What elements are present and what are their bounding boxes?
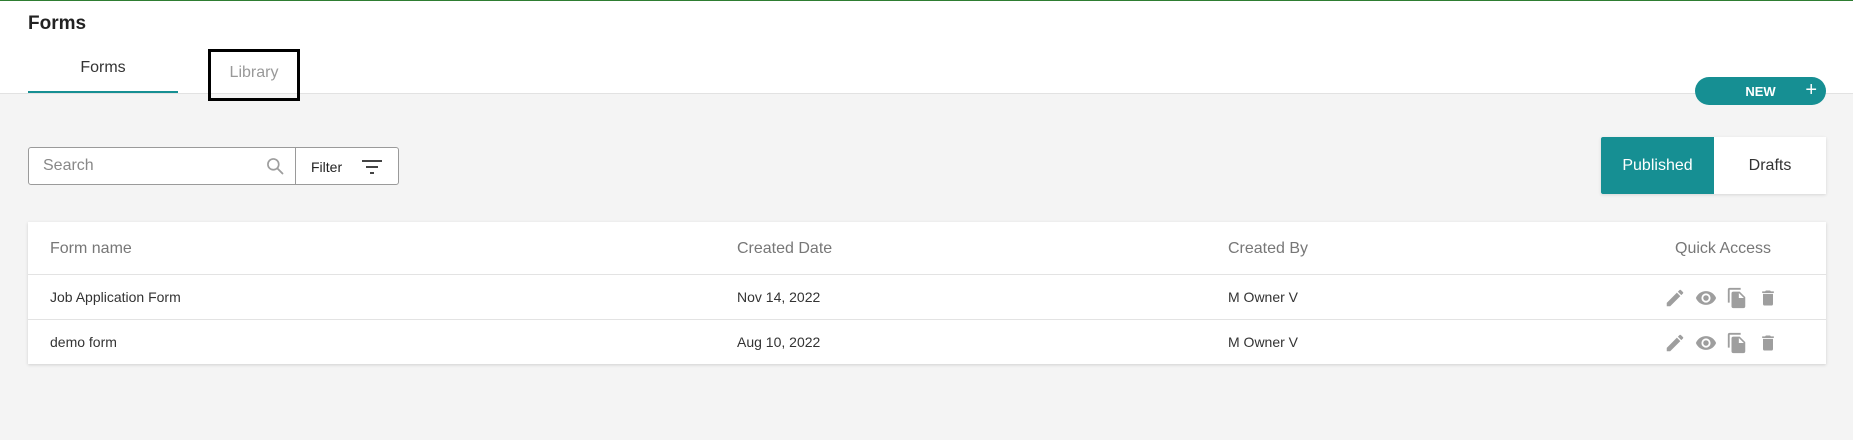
view-icon[interactable] [1694,287,1718,314]
page-title: Forms [28,13,87,34]
tab-forms[interactable]: Forms [28,59,178,77]
page-header: Forms Forms Library [0,1,1853,101]
search-input[interactable] [43,157,253,175]
copy-icon[interactable] [1726,287,1748,314]
created-date-cell: Aug 10, 2022 [737,334,821,350]
edit-icon[interactable] [1664,287,1686,314]
form-name-cell[interactable]: demo form [50,334,117,350]
tab-library-label: Library [229,64,279,81]
created-by-cell: M Owner V [1228,289,1299,305]
column-header-created-by[interactable]: Created By [1228,240,1308,258]
published-toggle-button[interactable]: Published [1601,137,1714,194]
column-header-quick-access: Quick Access [1675,240,1772,257]
active-tab-indicator [28,91,178,93]
created-date-cell: Nov 14, 2022 [737,289,821,305]
filter-label: Filter [311,159,343,175]
delete-icon[interactable] [1758,287,1778,314]
table-row[interactable]: demo form Aug 10, 2022 M Owner V [28,319,1826,364]
form-name-cell[interactable]: Job Application Form [50,289,181,305]
view-icon[interactable] [1694,332,1718,359]
drafts-toggle-button[interactable]: Drafts [1714,137,1826,194]
edit-icon[interactable] [1664,332,1686,359]
search-icon[interactable] [265,156,285,181]
plus-icon: + [1805,79,1817,101]
delete-icon[interactable] [1758,332,1778,359]
status-toggle: Published Drafts [1601,137,1826,194]
created-by-cell: M Owner V [1228,334,1299,350]
table-row[interactable]: Job Application Form Nov 14, 2022 M Owne… [28,274,1826,319]
filter-button[interactable]: Filter [295,147,399,185]
copy-icon[interactable] [1726,332,1748,359]
tab-library[interactable]: Library [208,49,300,101]
new-button[interactable]: NEW + [1695,77,1826,105]
column-header-created-date[interactable]: Created Date [737,240,832,258]
search-box [28,147,296,185]
forms-table: Form name Created Date Created By Quick … [28,222,1826,364]
filter-icon [362,159,382,180]
column-header-form-name[interactable]: Form name [50,240,132,258]
